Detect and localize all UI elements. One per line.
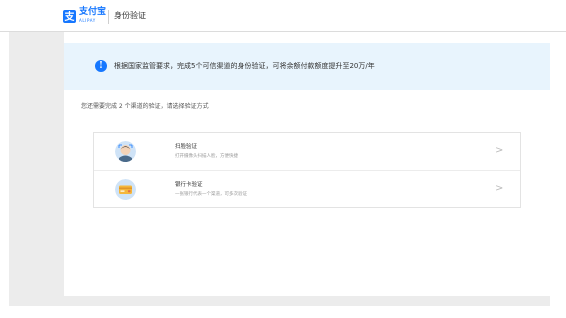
page-title: 身份验证 — [114, 11, 146, 20]
face-scan-icon — [115, 141, 136, 162]
alipay-logo-icon[interactable]: 支 — [63, 10, 76, 23]
verification-methods-list: 扫脸验证 打开摄像头扫描人脸，方便快捷 > 银行卡验证 一张银行代表一个渠道，可… — [93, 132, 521, 208]
chevron-right-icon: > — [495, 145, 504, 156]
method-title: 扫脸验证 — [175, 144, 198, 150]
top-header: 支 支付宝 ALIPAY 身份验证 — [0, 0, 566, 32]
notice-text: 根据国家监管要求，完成5个可信渠道的身份验证，可将余额付款额度提升至20万/年 — [114, 62, 375, 70]
method-face-scan[interactable]: 扫脸验证 打开摄像头扫描人脸，方便快捷 > — [94, 133, 520, 171]
info-icon: ! — [95, 60, 107, 72]
logo-text[interactable]: 支付宝 — [79, 8, 106, 17]
bank-card-icon — [115, 179, 136, 200]
logo-subtext: ALIPAY — [79, 18, 96, 23]
svg-text:支: 支 — [64, 10, 76, 23]
header-divider — [108, 10, 109, 24]
method-bank-card[interactable]: 银行卡验证 一张银行代表一个渠道，可多次验证 > — [94, 171, 520, 208]
method-title: 银行卡验证 — [175, 182, 203, 188]
method-description: 一张银行代表一个渠道，可多次验证 — [175, 192, 247, 197]
method-description: 打开摄像头扫描人脸，方便快捷 — [175, 154, 238, 159]
instruction-text: 您还需要完成 2 个渠道的验证，请选择验证方式 — [81, 103, 209, 110]
chevron-right-icon: > — [495, 183, 504, 194]
